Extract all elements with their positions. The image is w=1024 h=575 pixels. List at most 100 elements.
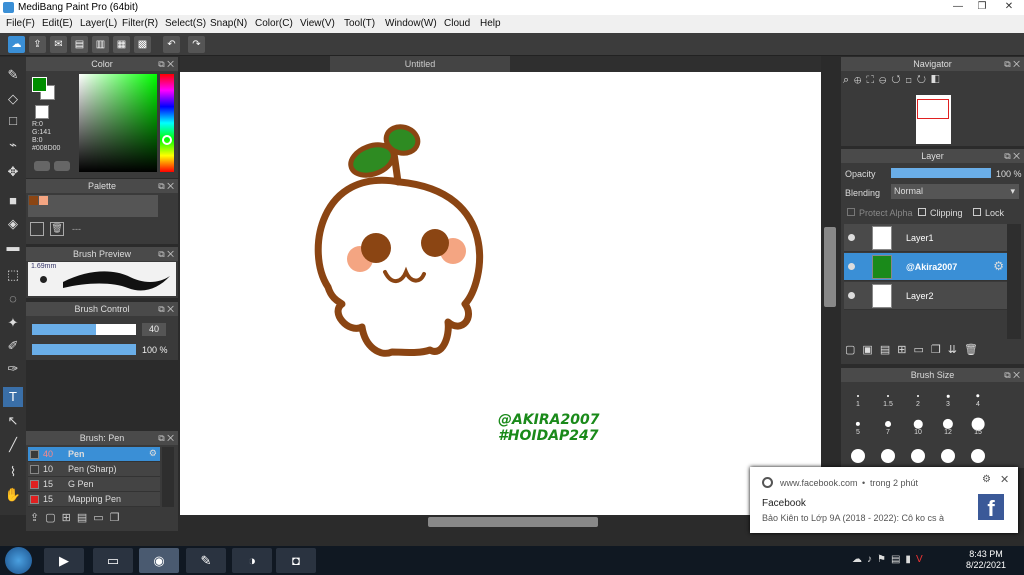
tab-untitled[interactable]: Untitled [330,56,510,72]
menu-view[interactable]: View(V) [300,18,335,29]
panel-icon[interactable]: ▦ [113,36,130,53]
brush-size-preset[interactable] [845,444,871,464]
new-8bit-layer-icon[interactable]: ▤ [880,344,897,356]
brush-list-item[interactable]: 40 Pen ⚙ [28,447,160,462]
brush-size-preset[interactable]: 1.5 [875,388,901,408]
start-button[interactable] [5,547,32,574]
panel-controls-icon[interactable]: ⧉ ✕ [1004,368,1020,382]
brush-settings-icon[interactable]: ▤ [77,512,93,524]
undo-icon[interactable]: ↶ [163,36,180,53]
bucket-tool-icon[interactable]: ◈ [3,214,23,234]
brush-opacity-slider[interactable] [32,344,136,355]
navigator-viewport[interactable] [917,99,949,119]
brush-upload-icon[interactable]: ⇪ [30,512,45,524]
select-pen-icon[interactable]: ✐ [3,336,23,356]
cloud-icon[interactable]: ☁ [8,36,25,53]
menu-select[interactable]: Select(S) [165,18,206,29]
menu-help[interactable]: Help [480,18,501,29]
select-eraser-icon[interactable]: ✑ [3,359,23,379]
upload-icon[interactable]: ⇪ [29,36,46,53]
brush-list-item[interactable]: 10 Pen (Sharp) [28,462,160,477]
fill-rect-icon[interactable]: ■ [3,191,23,211]
visibility-icon[interactable] [848,263,855,270]
brush-folder-icon[interactable]: ▭ [93,512,109,524]
eraser-tool-icon[interactable]: ◇ [3,89,23,109]
facebook-notification[interactable]: www.facebook.com • trong 2 phút ⚙ ✕ Face… [750,467,1018,533]
hand-tool-icon[interactable]: ✋ [3,485,23,505]
volume-icon[interactable]: ♪ [867,554,877,565]
brush-size-preset[interactable]: 15 [965,416,991,436]
brush-list-scrollbar[interactable] [162,447,174,507]
brush-size-preset[interactable]: 4 [965,388,991,408]
app-taskbar-icon[interactable]: ◑ [232,548,272,573]
delete-palette-icon[interactable]: 🗑 [50,222,64,236]
saturation-value-picker[interactable] [79,74,157,172]
media-player-icon[interactable]: ▶ [44,548,84,573]
merge-layer-icon[interactable]: ⇊ [948,344,964,356]
visibility-icon[interactable] [848,292,855,299]
clock[interactable]: 8:43 PM 8/22/2021 [962,549,1010,571]
divide-tool-icon[interactable]: ╱ [3,435,23,455]
zoom-taskbar-icon[interactable]: ◘ [276,548,316,573]
menu-cloud[interactable]: Cloud [444,18,470,29]
zoom-in-icon[interactable]: ⊕ [854,74,866,86]
operation-tool-icon[interactable]: ↖ [3,411,23,431]
redo-icon[interactable]: ↷ [188,36,205,53]
chat-icon[interactable]: ✉ [50,36,67,53]
zoom-icon[interactable]: ⌕ [843,74,854,86]
zoom-out-icon[interactable]: ⊖ [879,74,891,86]
brush-size-preset[interactable] [965,444,991,464]
layer-row[interactable]: Layer1 [844,224,1007,252]
add-layer-menu-icon[interactable]: ⊞ [897,344,913,356]
menu-edit[interactable]: Edit(E) [42,18,73,29]
actual-size-icon[interactable]: ◻ [906,74,917,86]
flip-icon[interactable]: ◧ [931,74,944,86]
file-explorer-icon[interactable]: ▭ [93,548,133,573]
hue-slider[interactable] [160,74,174,172]
layer-row[interactable]: @Akira2007 ⚙ [844,253,1007,281]
chrome-taskbar-icon[interactable]: ◉ [139,548,179,573]
new-layer-icon[interactable]: ▢ [845,344,862,356]
palette-swatch[interactable] [39,196,48,205]
clipping-checkbox[interactable] [918,208,926,216]
menu-file[interactable]: File(F) [6,18,35,29]
layer-row[interactable]: Layer2 [844,282,1007,310]
blending-select[interactable]: Normal ▾ [891,184,1019,199]
transparent-swatch[interactable] [35,105,49,119]
minimize-button[interactable]: — [946,0,970,14]
panel-controls-icon[interactable]: ⧉ ✕ [1004,57,1020,71]
panel-controls-icon[interactable]: ⧉ ✕ [158,247,174,261]
color-mode-button[interactable] [34,161,50,171]
menu-window[interactable]: Window(W) [385,18,437,29]
brush-list-item[interactable]: 15 G Pen [28,477,160,492]
lock-checkbox[interactable] [973,208,981,216]
select-tool-icon[interactable]: ⬚ [3,265,23,285]
color-history-button[interactable] [54,161,70,171]
document-icon[interactable]: ▥ [92,36,109,53]
brush-size-preset[interactable]: 12 [935,416,961,436]
canvas-horizontal-scrollbar[interactable] [180,515,840,529]
rotate-left-icon[interactable]: ↺ [891,74,905,86]
protect-alpha-checkbox[interactable] [847,208,855,216]
brush-add-icon[interactable]: ⊞ [62,512,77,524]
brush-size-preset[interactable]: 10 [905,416,931,436]
panel-controls-icon[interactable]: ⧉ ✕ [158,302,174,316]
brush-size-preset[interactable]: 1 [845,388,871,408]
foreground-color-swatch[interactable] [32,77,47,92]
brush-size-preset[interactable] [905,444,931,464]
horizontal-scroll-thumb[interactable] [428,517,598,527]
brush-size-preset[interactable]: 7 [875,416,901,436]
brush-copy-icon[interactable]: ❐ [110,512,126,524]
panel-controls-icon[interactable]: ⧉ ✕ [1004,149,1020,163]
gradient-tool-icon[interactable]: ▬ [3,237,23,257]
fit-icon[interactable]: ⛶ [866,74,879,86]
brush-size-preset[interactable]: 2 [905,388,931,408]
brush-size-preset[interactable]: 5 [845,416,871,436]
panel-controls-icon[interactable]: ⧉ ✕ [158,57,174,71]
flag-icon[interactable]: ⚑ [877,554,891,565]
eyedropper-tool-icon[interactable]: ⌇ [3,462,23,482]
vertical-scroll-thumb[interactable] [824,227,836,307]
close-button[interactable]: ✕ [994,0,1024,14]
palette-swatch[interactable] [29,196,38,205]
brush-size-slider[interactable] [32,324,136,335]
